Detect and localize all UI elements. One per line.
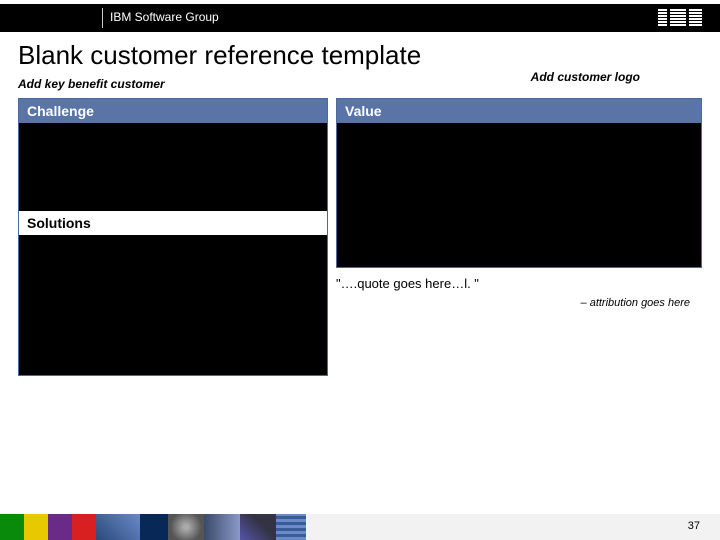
- color-swatch: [72, 514, 96, 540]
- page-number: 37: [688, 520, 700, 532]
- page-title: Blank customer reference template: [18, 40, 702, 71]
- color-swatch: [96, 514, 140, 540]
- challenge-panel: Challenge Solutions: [18, 98, 328, 376]
- topbar-divider: [102, 8, 103, 28]
- quote-panel: "….quote goes here…l. " – attribution go…: [336, 276, 702, 376]
- color-swatch: [0, 514, 24, 540]
- slide: IBM Software Group Blank customer refere…: [0, 0, 720, 540]
- color-swatch: [168, 514, 204, 540]
- quote-text: "….quote goes here…l. ": [336, 276, 702, 291]
- color-swatch: [204, 514, 240, 540]
- color-swatch: [48, 514, 72, 540]
- bottom-color-bar: 37: [0, 514, 720, 540]
- top-bar: IBM Software Group: [0, 4, 720, 32]
- value-header: Value: [337, 99, 701, 123]
- color-swatch: [240, 514, 276, 540]
- color-swatch: [276, 514, 306, 540]
- challenge-header: Challenge: [19, 99, 327, 123]
- value-panel: Value: [336, 98, 702, 268]
- software-group-label: IBM Software Group: [110, 10, 219, 24]
- solutions-header: Solutions: [19, 211, 327, 235]
- quote-attribution: – attribution goes here: [336, 297, 702, 309]
- ibm-logo-icon: [658, 9, 702, 32]
- color-swatch: [140, 514, 168, 540]
- page-number-area: 37: [306, 514, 720, 540]
- customer-logo-placeholder: Add customer logo: [531, 70, 640, 84]
- color-swatch: [24, 514, 48, 540]
